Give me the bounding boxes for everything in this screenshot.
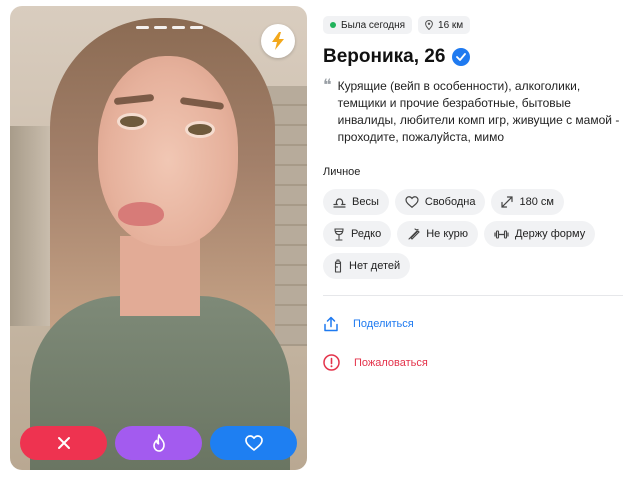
photo-progress: [136, 26, 203, 29]
tag-label: Нет детей: [349, 260, 401, 272]
zodiac-icon: [333, 197, 346, 208]
lightning-icon: [272, 32, 284, 50]
superlike-button[interactable]: [115, 426, 202, 460]
location-pin-icon: [425, 20, 433, 30]
tag-label: 180 см: [519, 196, 554, 208]
photo-neck: [120, 236, 200, 316]
report-link[interactable]: Пожаловаться: [323, 354, 628, 371]
profile-info-panel: Была сегодня 16 км Вероника, 26 ❝ Курящи…: [323, 16, 628, 371]
online-status-badge: Была сегодня: [323, 16, 413, 34]
baby-bottle-icon: [334, 259, 342, 273]
tag-fitness: Держу форму: [484, 221, 596, 247]
tag-relationship: Свободна: [394, 189, 486, 215]
photo-eye: [188, 124, 212, 135]
no-smoking-icon: [408, 227, 420, 240]
personal-tags: Весы Свободна 180 см Редко Не курю Держу…: [323, 189, 613, 279]
dislike-button[interactable]: [20, 426, 107, 460]
photo-progress-segment[interactable]: [172, 26, 185, 29]
divider: [323, 295, 623, 296]
photo-progress-segment[interactable]: [190, 26, 203, 29]
status-chips: Была сегодня 16 км: [323, 16, 628, 34]
flame-icon: [152, 434, 165, 452]
boost-button[interactable]: [261, 24, 295, 58]
warning-circle-icon: [323, 354, 340, 371]
like-button[interactable]: [210, 426, 297, 460]
tag-height: 180 см: [491, 189, 564, 215]
tag-label: Весы: [352, 196, 379, 208]
online-status-text: Была сегодня: [341, 19, 406, 31]
quote-icon: ❝: [323, 75, 332, 94]
dumbbell-icon: [494, 229, 509, 239]
verified-badge: [452, 48, 471, 66]
tag-label: Редко: [351, 228, 382, 240]
share-label: Поделиться: [353, 318, 414, 330]
name-row: Вероника, 26: [323, 46, 628, 68]
share-icon: [324, 316, 338, 332]
tag-alcohol: Редко: [323, 221, 392, 247]
photo-progress-segment[interactable]: [154, 26, 167, 29]
photo-eye: [120, 116, 144, 127]
distance-text: 16 км: [438, 19, 464, 31]
wine-glass-icon: [334, 227, 344, 241]
tag-label: Держу форму: [515, 228, 586, 240]
tag-children: Нет детей: [323, 253, 411, 279]
checkmark-icon: [456, 53, 467, 61]
heart-icon: [244, 435, 263, 451]
profile-name-age: Вероника, 26: [323, 46, 446, 67]
profile-photo-card[interactable]: [10, 6, 307, 470]
tag-smoking: Не курю: [397, 221, 479, 247]
heart-outline-icon: [405, 196, 419, 208]
close-icon: [57, 437, 70, 449]
action-bar: [20, 426, 297, 460]
bio-block: ❝ Курящие (вейп в особенности), алкоголи…: [323, 75, 628, 146]
report-label: Пожаловаться: [354, 356, 428, 369]
tag-zodiac: Весы: [323, 189, 389, 215]
share-link[interactable]: Поделиться: [323, 316, 628, 332]
distance-badge: 16 км: [418, 16, 471, 34]
photo-background: [10, 126, 50, 326]
personal-section-title: Личное: [323, 166, 361, 178]
photo-lips: [118, 202, 164, 226]
tag-label: Не курю: [426, 228, 469, 240]
height-icon: [501, 196, 514, 208]
bio-text: Курящие (вейп в особенности), алкоголики…: [337, 79, 620, 144]
photo-progress-segment[interactable]: [136, 26, 149, 29]
tag-label: Свободна: [424, 196, 476, 208]
online-dot-icon: [330, 22, 336, 28]
